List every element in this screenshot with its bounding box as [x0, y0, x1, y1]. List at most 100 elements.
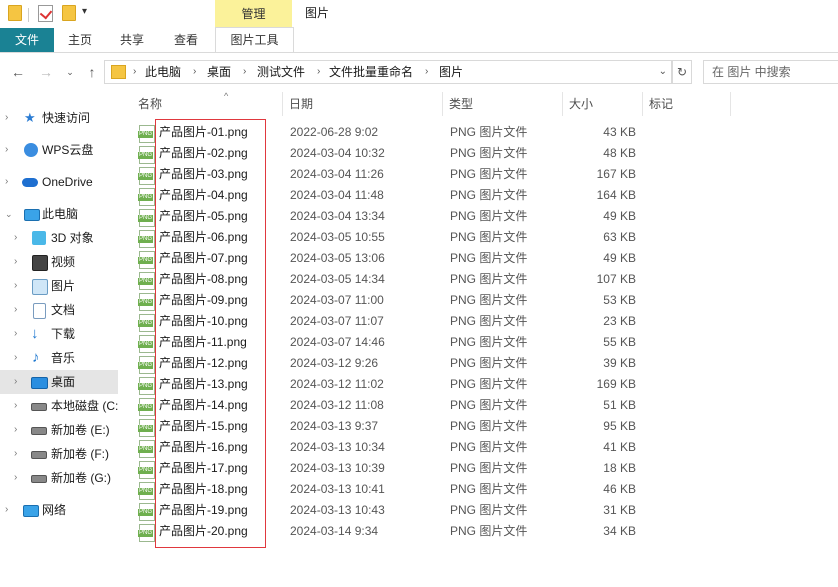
folder-icon[interactable] [8, 5, 22, 21]
column-divider[interactable] [642, 92, 643, 116]
file-size: 49 KB [603, 251, 636, 265]
sidebar-item-pictures[interactable]: › 图片 [0, 274, 118, 298]
chevron-down-icon[interactable]: ⌄ [5, 202, 13, 226]
address-bar[interactable]: › 此电脑 › 桌面 › 测试文件 › 文件批量重命名 › 图片 ⌄ [104, 60, 672, 84]
tab-view[interactable]: 查看 [162, 28, 210, 52]
png-file-icon-label: PNG [138, 383, 154, 390]
png-file-icon: PNG [138, 461, 155, 479]
png-file-icon: PNG [138, 146, 155, 164]
tab-share[interactable]: 共享 [108, 28, 156, 52]
sidebar-item-desktop[interactable]: › 桌面 [0, 370, 118, 394]
column-divider[interactable] [282, 92, 283, 116]
file-date: 2024-03-04 11:48 [290, 188, 384, 202]
column-header-type[interactable]: 类型 [449, 92, 559, 116]
chevron-right-icon[interactable]: › [14, 250, 17, 274]
customize-quick-access-icon[interactable]: ▾ [82, 6, 87, 17]
file-date: 2024-03-05 14:34 [290, 272, 385, 286]
properties-icon[interactable] [38, 5, 53, 22]
sidebar-item-wps-cloud[interactable]: › WPS云盘 [0, 138, 118, 162]
png-file-icon-label: PNG [138, 425, 154, 432]
chevron-right-icon[interactable]: › [14, 442, 17, 466]
breadcrumb-test-files[interactable]: 测试文件 [257, 61, 305, 83]
file-type: PNG 图片文件 [450, 461, 528, 475]
column-header-tags[interactable]: 标记 [649, 92, 729, 116]
sidebar-item-drive-c[interactable]: › 本地磁盘 (C: [0, 394, 118, 418]
column-header-name[interactable]: 名称 ^ [138, 91, 282, 116]
file-date: 2024-03-13 10:39 [290, 461, 385, 475]
sidebar-item-documents[interactable]: › 文档 [0, 298, 118, 322]
file-type: PNG 图片文件 [450, 251, 528, 265]
chevron-right-icon[interactable]: › [14, 370, 17, 394]
sidebar-item-3d-objects[interactable]: › 3D 对象 [0, 226, 118, 250]
chevron-right-icon[interactable]: › [14, 346, 17, 370]
chevron-down-icon[interactable]: ⌄ [659, 61, 667, 83]
chevron-right-icon[interactable]: › [5, 170, 8, 194]
sidebar-item-music[interactable]: › ♪ 音乐 [0, 346, 118, 370]
chevron-right-icon[interactable]: › [14, 418, 17, 442]
breadcrumb-batch-rename[interactable]: 文件批量重命名 [329, 61, 413, 83]
column-header-size[interactable]: 大小 [569, 92, 639, 116]
sidebar-item-network[interactable]: › 网络 [0, 498, 118, 522]
search-input[interactable]: 在 图片 中搜索 [703, 60, 838, 84]
document-icon [33, 303, 46, 319]
sidebar-item-drive-g[interactable]: › 新加卷 (G:) [0, 466, 118, 490]
tab-file[interactable]: 文件 [0, 28, 54, 52]
breadcrumb-this-pc[interactable]: 此电脑 [145, 61, 181, 83]
cube-icon [32, 231, 46, 245]
sidebar-item-videos[interactable]: › 视频 [0, 250, 118, 274]
column-divider[interactable] [442, 92, 443, 116]
tab-manage[interactable]: 管理 [215, 0, 292, 28]
forward-icon[interactable]: → [36, 62, 56, 82]
breadcrumb-pictures[interactable]: 图片 [439, 61, 463, 83]
refresh-icon[interactable]: ↻ [672, 60, 692, 84]
chevron-right-icon[interactable]: › [133, 61, 136, 83]
breadcrumb-desktop[interactable]: 桌面 [207, 61, 231, 83]
file-date: 2024-03-04 13:34 [290, 209, 385, 223]
chevron-right-icon[interactable]: › [5, 138, 8, 162]
png-file-icon: PNG [138, 314, 155, 332]
sidebar-item-onedrive[interactable]: › OneDrive [0, 170, 118, 194]
sidebar-item-label: 图片 [51, 279, 76, 293]
chevron-right-icon[interactable]: › [243, 61, 246, 83]
up-icon[interactable]: ↑ [82, 62, 102, 82]
file-date: 2024-03-12 11:02 [290, 377, 384, 391]
chevron-right-icon[interactable]: › [14, 298, 17, 322]
chevron-right-icon[interactable]: › [5, 498, 8, 522]
sidebar-item-downloads[interactable]: › ↓ 下载 [0, 322, 118, 346]
chevron-right-icon[interactable]: › [14, 274, 17, 298]
tab-home[interactable]: 主页 [56, 28, 104, 52]
chevron-right-icon[interactable]: › [5, 106, 8, 130]
png-file-icon: PNG [138, 335, 155, 353]
png-file-icon-label: PNG [138, 173, 154, 180]
column-header-date[interactable]: 日期 [289, 92, 439, 116]
new-folder-icon[interactable] [62, 5, 76, 21]
file-date: 2024-03-07 11:07 [290, 314, 384, 328]
back-icon[interactable]: ← [8, 62, 28, 82]
column-divider[interactable] [730, 92, 731, 116]
separator [28, 8, 29, 22]
folder-icon [111, 65, 126, 79]
file-type: PNG 图片文件 [450, 419, 528, 433]
file-date: 2024-03-13 9:37 [290, 419, 379, 433]
file-size: 34 KB [603, 524, 636, 538]
chevron-right-icon[interactable]: › [425, 61, 428, 83]
drive-icon [31, 427, 47, 435]
sidebar-item-this-pc[interactable]: ⌄ 此电脑 [0, 202, 118, 226]
png-file-icon-label: PNG [138, 215, 154, 222]
sidebar-item-quick-access[interactable]: › ★ 快速访问 [0, 106, 118, 130]
sidebar-item-drive-e[interactable]: › 新加卷 (E:) [0, 418, 118, 442]
chevron-right-icon[interactable]: › [14, 226, 17, 250]
file-size: 39 KB [603, 356, 636, 370]
sidebar-item-drive-f[interactable]: › 新加卷 (F:) [0, 442, 118, 466]
file-type: PNG 图片文件 [450, 398, 528, 412]
tab-picture-tools[interactable]: 图片工具 [215, 27, 294, 52]
chevron-right-icon[interactable]: › [14, 394, 17, 418]
recent-locations-icon[interactable]: ⌄ [60, 62, 80, 82]
chevron-right-icon[interactable]: › [14, 466, 17, 490]
chevron-right-icon[interactable]: › [317, 61, 320, 83]
column-divider[interactable] [562, 92, 563, 116]
chevron-right-icon[interactable]: › [193, 61, 196, 83]
png-file-icon: PNG [138, 125, 155, 143]
chevron-right-icon[interactable]: › [14, 322, 17, 346]
sidebar-item-label: 3D 对象 [51, 231, 94, 245]
